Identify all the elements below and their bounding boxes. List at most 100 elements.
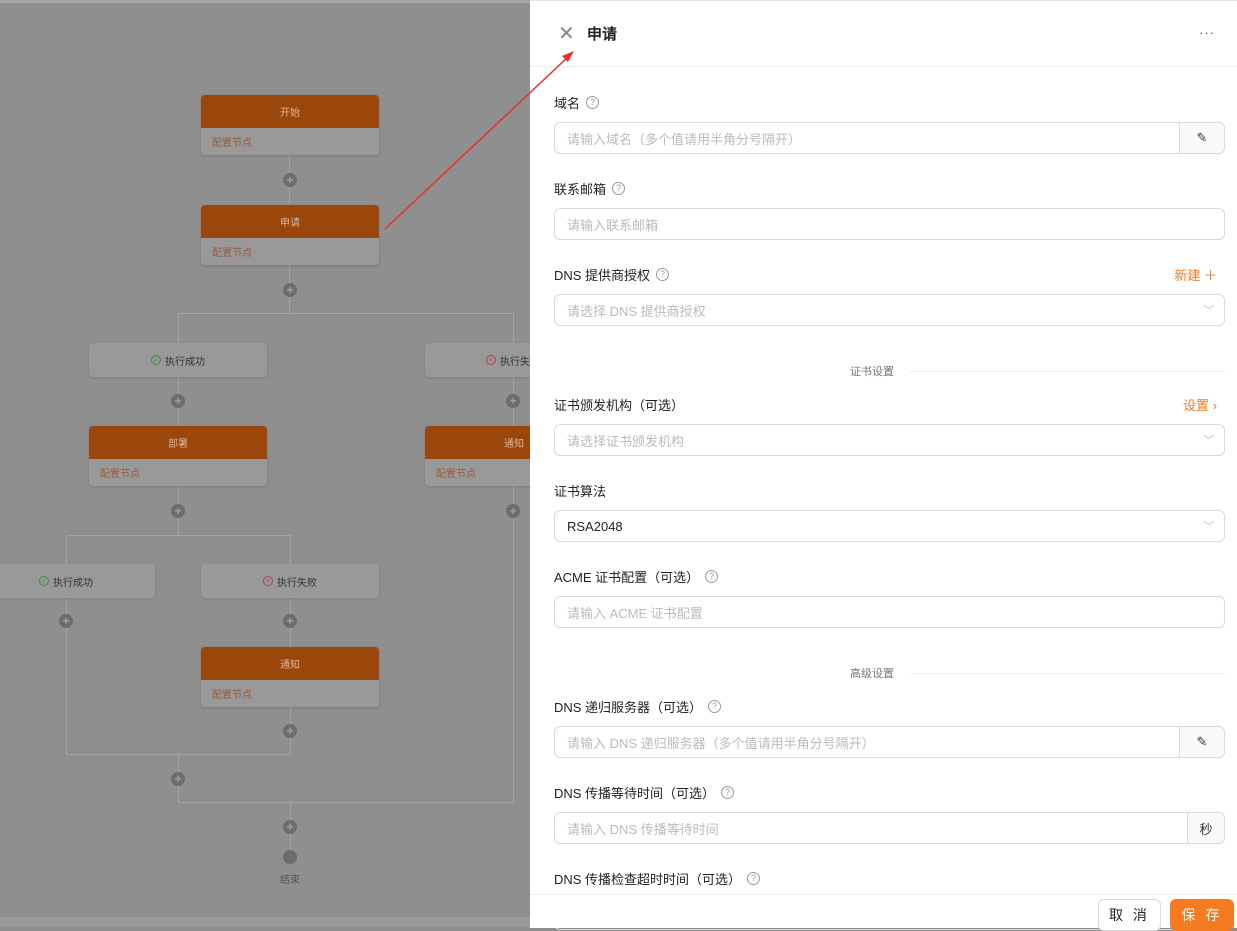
close-icon[interactable]: ✕: [558, 24, 574, 44]
flow-node-apply[interactable]: 申请配置节点: [201, 205, 379, 265]
add-node-button[interactable]: +: [283, 724, 297, 738]
field-label: DNS 传播等待时间（可选）: [554, 783, 715, 802]
select-value: RSA2048: [555, 519, 1194, 534]
acme-config-input[interactable]: 请输入 ACME 证书配置: [554, 596, 1225, 628]
end-node-icon: [283, 850, 297, 864]
drawer-header: ✕ 申请 ···: [530, 1, 1237, 67]
more-icon[interactable]: ···: [1199, 25, 1215, 40]
select-placeholder: 请选择证书颁发机构: [555, 431, 1194, 450]
field-label: DNS 传播检查超时时间（可选）: [554, 869, 741, 888]
node-title: 通知: [425, 426, 530, 459]
help-icon[interactable]: ?: [721, 786, 734, 799]
add-node-button[interactable]: +: [283, 283, 297, 297]
help-icon[interactable]: ?: [708, 700, 721, 713]
field-email: 联系邮箱? 请输入联系邮箱: [554, 177, 1225, 240]
domain-input[interactable]: 请输入域名（多个值请用半角分号隔开）✎: [554, 122, 1225, 154]
add-node-button[interactable]: +: [283, 820, 297, 834]
field-dns-provider: DNS 提供商授权? 新建 ＋ 请选择 DNS 提供商授权﹀: [554, 263, 1225, 326]
help-icon[interactable]: ?: [747, 872, 760, 885]
field-label: ACME 证书配置（可选）: [554, 567, 699, 586]
cancel-button[interactable]: 取 消: [1098, 899, 1161, 931]
input-placeholder: 请输入 DNS 递归服务器（多个值请用半角分号隔开）: [555, 733, 1179, 752]
new-provider-button[interactable]: 新建 ＋: [1174, 265, 1217, 284]
chevron-down-icon: ﹀: [1194, 432, 1224, 448]
select-placeholder: 请选择 DNS 提供商授权: [555, 301, 1194, 320]
edit-icon[interactable]: ✎: [1179, 123, 1224, 153]
key-algorithm-select[interactable]: RSA2048﹀: [554, 510, 1225, 542]
unit-addon: 秒: [1187, 813, 1224, 843]
add-node-button[interactable]: +: [171, 504, 185, 518]
add-node-button[interactable]: +: [506, 504, 520, 518]
add-node-button[interactable]: +: [506, 394, 520, 408]
field-dns-wait: DNS 传播等待时间（可选）? 请输入 DNS 传播等待时间秒: [554, 781, 1225, 844]
canvas-top-edge: [0, 0, 530, 3]
flow-node-start[interactable]: 开始配置节点: [201, 95, 379, 155]
section-title: 证书设置: [850, 363, 894, 379]
node-title: 通知: [201, 647, 379, 680]
end-label: 结束: [270, 871, 310, 886]
node-title: 申请: [201, 205, 379, 238]
check-circle-icon: ✓: [151, 355, 161, 365]
condition-label: 执行失败: [277, 574, 317, 589]
field-domain: 域名? 请输入域名（多个值请用半角分号隔开）✎: [554, 91, 1225, 154]
field-label: DNS 递归服务器（可选）: [554, 697, 702, 716]
dns-wait-input[interactable]: 请输入 DNS 传播等待时间秒: [554, 812, 1225, 844]
add-node-button[interactable]: +: [171, 772, 185, 786]
help-icon[interactable]: ?: [656, 268, 669, 281]
node-config: 配置节点: [201, 128, 379, 155]
check-circle-icon: ✓: [39, 576, 49, 586]
edit-icon[interactable]: ✎: [1179, 727, 1224, 757]
add-node-button[interactable]: +: [59, 614, 73, 628]
drawer-title: 申请: [587, 23, 617, 44]
node-config: 配置节点: [201, 238, 379, 265]
condition-success[interactable]: ✓ 执行成功: [89, 343, 267, 377]
section-title: 高级设置: [850, 665, 894, 681]
canvas-scrollbar[interactable]: [0, 917, 530, 927]
add-node-button[interactable]: +: [171, 394, 185, 408]
condition-label: 执行成功: [53, 574, 93, 589]
save-button[interactable]: 保 存: [1170, 899, 1234, 931]
help-icon[interactable]: ?: [586, 96, 599, 109]
section-divider-cert: 证书设置: [554, 349, 1225, 393]
node-title: 部署: [89, 426, 267, 459]
flow-node-deploy[interactable]: 部署配置节点: [89, 426, 267, 486]
add-node-button[interactable]: +: [283, 614, 297, 628]
node-title: 开始: [201, 95, 379, 128]
flow-node-notify[interactable]: 通知配置节点: [425, 426, 530, 486]
section-divider-advanced: 高级设置: [554, 651, 1225, 695]
add-node-button[interactable]: +: [283, 173, 297, 187]
input-placeholder: 请输入 ACME 证书配置: [555, 603, 1224, 622]
condition-success[interactable]: ✓ 执行成功: [0, 564, 155, 598]
node-config-drawer: ✕ 申请 ··· 域名? 请输入域名（多个值请用半角分号隔开）✎ 联系邮箱? 请…: [530, 0, 1237, 927]
help-icon[interactable]: ?: [612, 182, 625, 195]
workflow-canvas[interactable]: 开始配置节点 + 申请配置节点 + ✓执行成功 ×执行失 + + 部署配置节点 …: [0, 0, 530, 927]
input-placeholder: 请输入 DNS 传播等待时间: [555, 819, 1187, 838]
ca-select[interactable]: 请选择证书颁发机构﹀: [554, 424, 1225, 456]
field-dns-recursive: DNS 递归服务器（可选）? 请输入 DNS 递归服务器（多个值请用半角分号隔开…: [554, 695, 1225, 758]
field-acme: ACME 证书配置（可选）? 请输入 ACME 证书配置: [554, 565, 1225, 628]
field-algo: 证书算法 RSA2048﹀: [554, 479, 1225, 542]
dns-provider-select[interactable]: 请选择 DNS 提供商授权﹀: [554, 294, 1225, 326]
connector: [178, 802, 514, 803]
field-label: 域名: [554, 93, 580, 112]
flow-node-notify[interactable]: 通知配置节点: [201, 647, 379, 707]
connector: [66, 535, 291, 536]
condition-fail[interactable]: × 执行失败: [201, 564, 379, 598]
chevron-down-icon: ﹀: [1194, 302, 1224, 318]
connector: [513, 486, 514, 802]
condition-label: 执行成功: [165, 353, 205, 368]
condition-label: 执行失: [500, 353, 530, 368]
input-placeholder: 请输入域名（多个值请用半角分号隔开）: [555, 129, 1179, 148]
condition-fail[interactable]: × 执行失: [425, 343, 530, 377]
x-circle-icon: ×: [486, 355, 496, 365]
dns-recursive-input[interactable]: 请输入 DNS 递归服务器（多个值请用半角分号隔开）✎: [554, 726, 1225, 758]
node-config: 配置节点: [425, 459, 530, 486]
ca-settings-link[interactable]: 设置 ›: [1183, 395, 1217, 414]
field-label: DNS 提供商授权: [554, 265, 650, 284]
node-config: 配置节点: [89, 459, 267, 486]
email-input[interactable]: 请输入联系邮箱: [554, 208, 1225, 240]
input-placeholder: 请输入联系邮箱: [555, 215, 1224, 234]
apply-form: 域名? 请输入域名（多个值请用半角分号隔开）✎ 联系邮箱? 请输入联系邮箱 DN…: [530, 67, 1237, 930]
help-icon[interactable]: ?: [705, 570, 718, 583]
x-circle-icon: ×: [263, 576, 273, 586]
